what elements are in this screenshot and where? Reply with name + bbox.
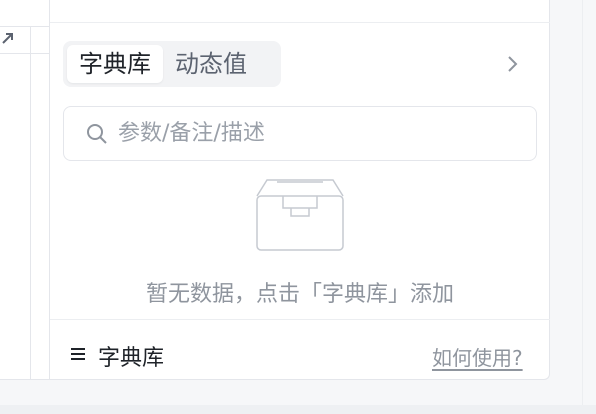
tab-group: 字典库 动态值 xyxy=(63,41,281,87)
top-divider xyxy=(50,22,550,23)
search-input[interactable] xyxy=(116,120,520,147)
tab-dynamic-values[interactable]: 动态值 xyxy=(163,45,259,83)
how-to-use-link[interactable]: 如何使用? xyxy=(432,342,523,371)
left-panel xyxy=(0,0,50,380)
left-divider xyxy=(30,26,31,380)
search-icon xyxy=(87,123,107,144)
dictionary-panel: 字典库 动态值 暂无数据，点击「字典库」添加 字典库 如何使用? xyxy=(50,0,550,380)
bottom-bar xyxy=(0,405,596,414)
footer-dictionary-label[interactable]: 字典库 xyxy=(98,340,164,372)
expand-icon[interactable] xyxy=(0,30,16,46)
footer-divider xyxy=(50,319,550,320)
search-box[interactable] xyxy=(63,106,537,161)
tab-dictionary[interactable]: 字典库 xyxy=(67,45,163,83)
right-edge-divider xyxy=(582,0,583,414)
chevron-right-icon[interactable] xyxy=(502,52,522,76)
empty-box-icon xyxy=(256,179,344,251)
menu-icon xyxy=(71,348,85,360)
empty-state-message: 暂无数据，点击「字典库」添加 xyxy=(145,282,454,307)
